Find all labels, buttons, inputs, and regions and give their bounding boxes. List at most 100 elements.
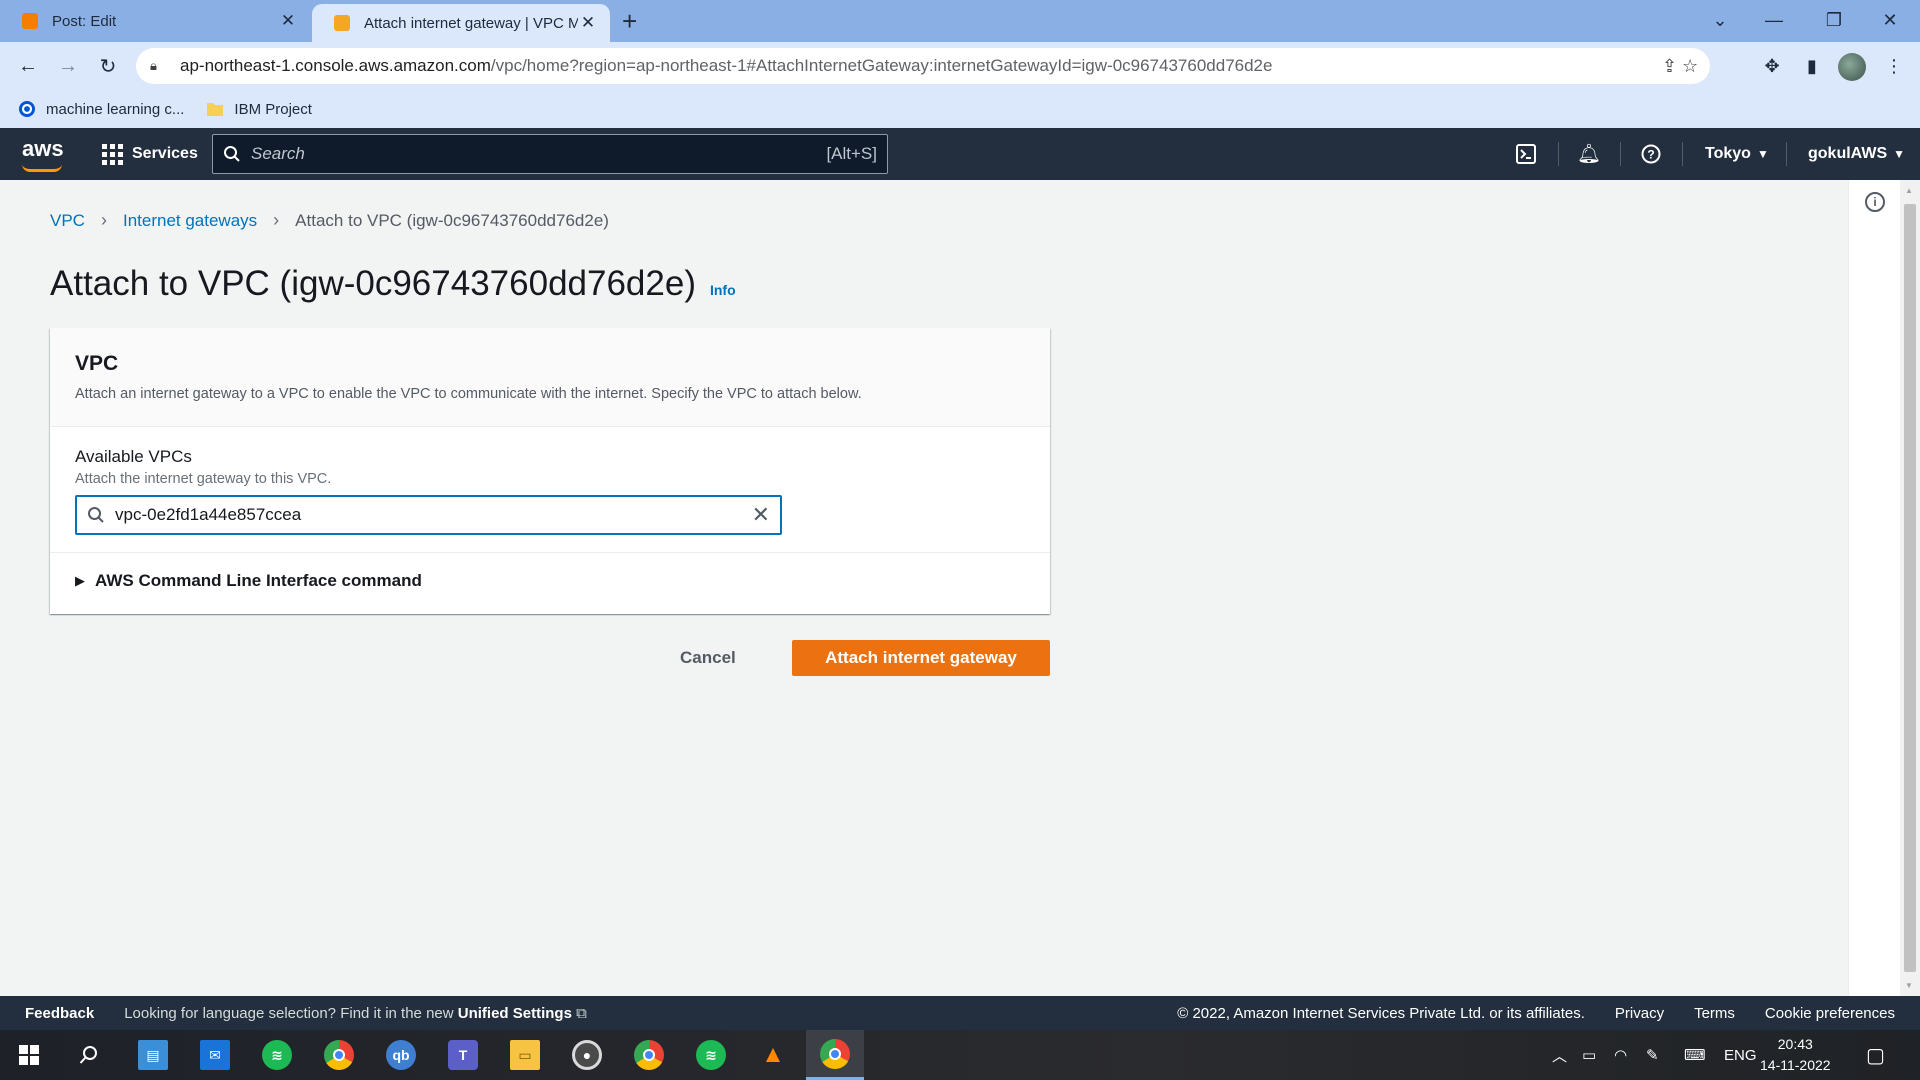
clear-input-icon[interactable]: ✕ [752,502,770,528]
vpc-autosuggest-input[interactable]: vpc-0e2fd1a44e857ccea ✕ [75,495,782,535]
help-panel-rail: i [1848,180,1900,996]
media-player-icon[interactable]: ● [558,1030,616,1080]
chrome-icon[interactable] [310,1030,368,1080]
taskbar-search-icon[interactable] [60,1030,118,1080]
container-heading: VPC [75,352,119,375]
vpc-container: VPC Attach an internet gateway to a VPC … [50,328,1050,614]
info-panel-icon[interactable]: i [1865,192,1885,212]
breadcrumb-internet-gateways[interactable]: Internet gateways [123,211,257,231]
restore-icon[interactable]: ❐ [1804,0,1864,40]
forward-icon[interactable]: → [52,50,84,82]
clock-date: 14-11-2022 [1760,1057,1831,1073]
feedback-link[interactable]: Feedback [25,1005,94,1022]
field-description: Attach the internet gateway to this VPC. [75,471,332,487]
side-panel-icon[interactable]: ▮ [1798,52,1826,80]
region-selector[interactable]: Tokyo ▼ [1705,128,1769,180]
svg-text:?: ? [1647,148,1654,162]
chrome-profile-icon[interactable] [620,1030,678,1080]
account-label: gokulAWS [1808,145,1888,162]
aws-logo[interactable]: aws [22,136,64,172]
url-host: ap-northeast-1.console.aws.amazon.com [180,56,491,75]
cookie-preferences-link[interactable]: Cookie preferences [1765,1005,1895,1022]
windows-start-icon[interactable] [0,1030,58,1080]
vpc-input-value: vpc-0e2fd1a44e857ccea [115,505,302,524]
bookmark-ibm-project[interactable]: IBM Project [206,100,312,118]
pen-icon[interactable]: ✎ [1646,1030,1659,1080]
cancel-button[interactable]: Cancel [680,640,736,676]
back-icon[interactable]: ← [12,50,44,82]
notifications-bell-icon[interactable]: 🔔︎ [1575,140,1603,168]
control-panel-icon[interactable]: ▤ [124,1030,182,1080]
caret-down-icon: ▼ [1756,147,1769,161]
field-label: Available VPCs [75,447,192,466]
share-icon[interactable]: ⇪ [1662,48,1677,84]
scrollbar-thumb[interactable] [1904,204,1916,972]
close-tab-icon[interactable]: ✕ [278,11,298,31]
taskbar-clock[interactable]: 20:43 14-11-2022 [1760,1034,1831,1076]
input-language[interactable]: ENG [1724,1030,1757,1080]
close-window-icon[interactable]: ✕ [1860,0,1920,40]
page-title: Attach to VPC (igw-0c96743760dd76d2e) [50,264,696,303]
terms-link[interactable]: Terms [1694,1005,1735,1022]
scroll-down-icon[interactable]: ▼ [1905,981,1913,990]
aws-logo-text: aws [22,136,64,161]
browser-tab-attach-gateway[interactable]: Attach internet gateway | VPC Ma ✕ [312,4,610,42]
available-vpcs-field: Available VPCs Attach the internet gatew… [50,427,1050,553]
services-label: Services [132,145,198,162]
browser-tab-post-edit[interactable]: Post: Edit ✕ [0,0,310,42]
minimize-icon[interactable]: — [1744,0,1804,40]
region-label: Tokyo [1705,145,1751,162]
attach-internet-gateway-button[interactable]: Attach internet gateway [792,640,1050,676]
url-path: /vpc/home?region=ap-northeast-1#AttachIn… [490,56,1273,75]
chevron-right-icon: › [273,210,280,230]
new-tab-icon[interactable]: + [622,6,637,37]
bookmark-machine-learning[interactable]: machine learning c... [18,100,184,118]
tab-title: Post: Edit [52,12,117,30]
battery-icon[interactable]: ▭ [1582,1030,1596,1080]
services-menu[interactable]: Services [102,128,198,180]
cli-command-expander[interactable]: ▶ AWS Command Line Interface command [50,553,1050,609]
bookmarks-bar: machine learning c... IBM Project [0,90,1920,128]
privacy-link[interactable]: Privacy [1615,1005,1664,1022]
aws-cube-icon [334,15,350,31]
lock-icon: 🔒︎ [150,58,157,73]
address-bar[interactable]: 🔒︎ ap-northeast-1.console.aws.amazon.com… [136,48,1710,84]
chrome-menu-icon[interactable]: ⋮ [1880,52,1908,80]
mail-icon[interactable]: ✉ [186,1030,244,1080]
nav-divider [1620,142,1621,166]
reload-icon[interactable]: ↻ [92,50,124,82]
chevron-right-icon: › [100,210,107,230]
keyboard-icon[interactable]: ⌨ [1684,1030,1706,1080]
help-icon[interactable]: ? [1637,140,1665,168]
vlc-icon[interactable]: ▲ [744,1030,802,1080]
breadcrumb-vpc[interactable]: VPC [50,211,85,231]
aws-search-input[interactable]: Search [Alt+S] [212,134,888,174]
search-shortcut: [Alt+S] [826,144,877,163]
account-menu[interactable]: gokulAWS ▼ [1808,128,1905,180]
page-scrollbar[interactable]: ▲ ▼ [1900,180,1920,996]
tab-title: Attach internet gateway | VPC Ma [364,14,578,32]
notification-center-icon[interactable]: ▢ [1866,1030,1885,1080]
profile-avatar[interactable] [1838,53,1866,81]
spotify-icon[interactable]: ≋ [682,1030,740,1080]
caret-down-icon: ▼ [1893,147,1905,161]
qbittorrent-icon[interactable]: qb [372,1030,430,1080]
extensions-icon[interactable]: ✥ [1758,52,1786,80]
tab-search-icon[interactable]: ⌄ [1690,0,1750,40]
file-explorer-icon[interactable]: ▭ [496,1030,554,1080]
scroll-up-icon[interactable]: ▲ [1905,186,1913,195]
cloudshell-icon[interactable] [1512,140,1540,168]
chrome-active-icon[interactable] [806,1030,864,1080]
folder-icon [206,100,224,118]
bookmark-star-icon[interactable]: ☆ [1682,48,1698,84]
close-tab-icon[interactable]: ✕ [578,13,598,33]
breadcrumb: VPC › Internet gateways › Attach to VPC … [50,210,609,231]
teams-icon[interactable]: T [434,1030,492,1080]
info-link[interactable]: Info [710,282,736,298]
wifi-icon[interactable]: ◠ [1614,1030,1627,1080]
browser-toolbar: ← → ↻ 🔒︎ ap-northeast-1.console.aws.amaz… [0,42,1920,90]
spotify-icon[interactable]: ≋ [248,1030,306,1080]
unified-settings-link[interactable]: Unified Settings [458,1005,572,1022]
show-hidden-icons[interactable]: ︿ [1552,1030,1567,1080]
nav-divider [1682,142,1683,166]
